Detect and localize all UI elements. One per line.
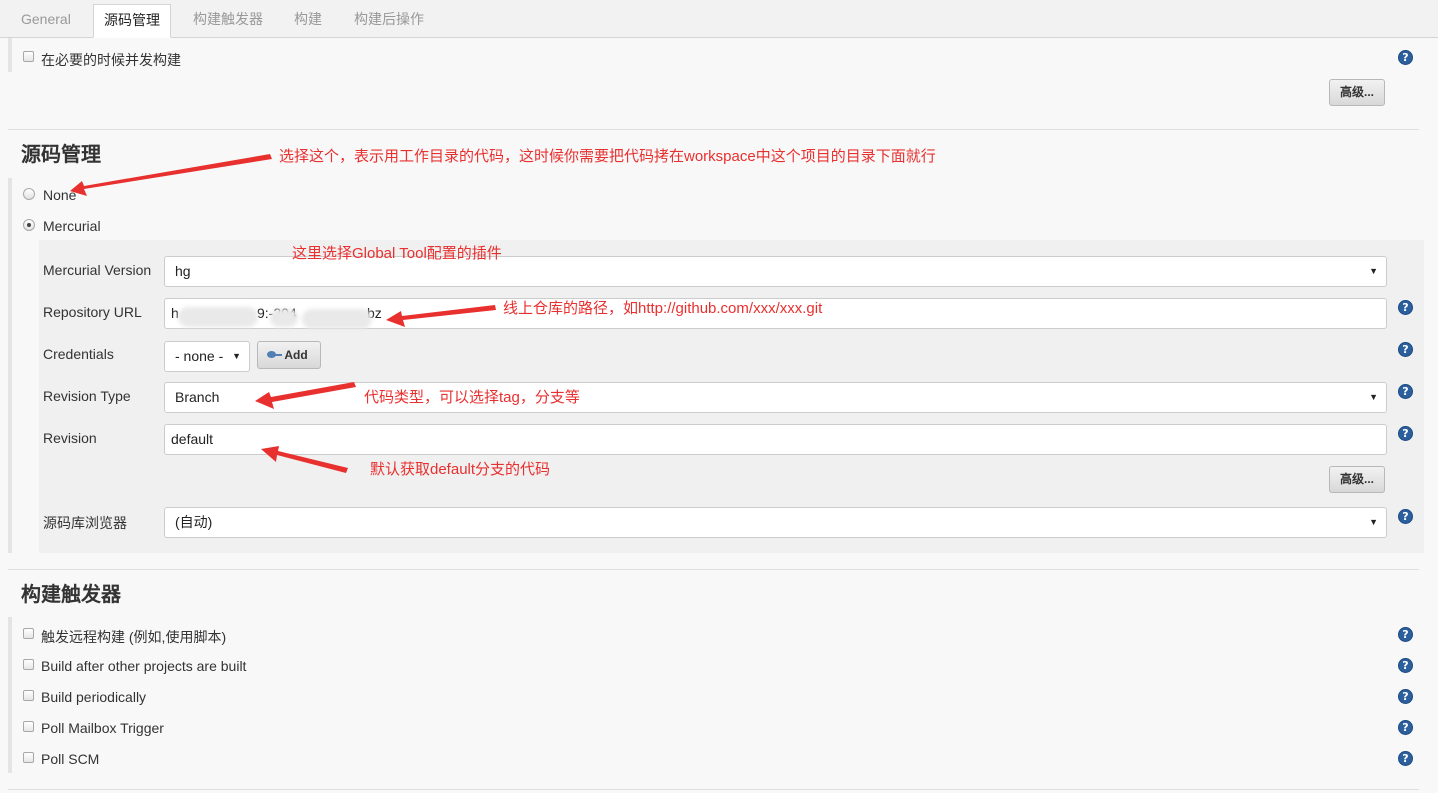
arrow-to-revision-type [255, 382, 356, 409]
arrow-to-revision [261, 446, 348, 473]
arrow-to-none [70, 154, 272, 196]
arrow-to-repo-url [386, 305, 496, 327]
annotation-arrows [70, 154, 496, 473]
